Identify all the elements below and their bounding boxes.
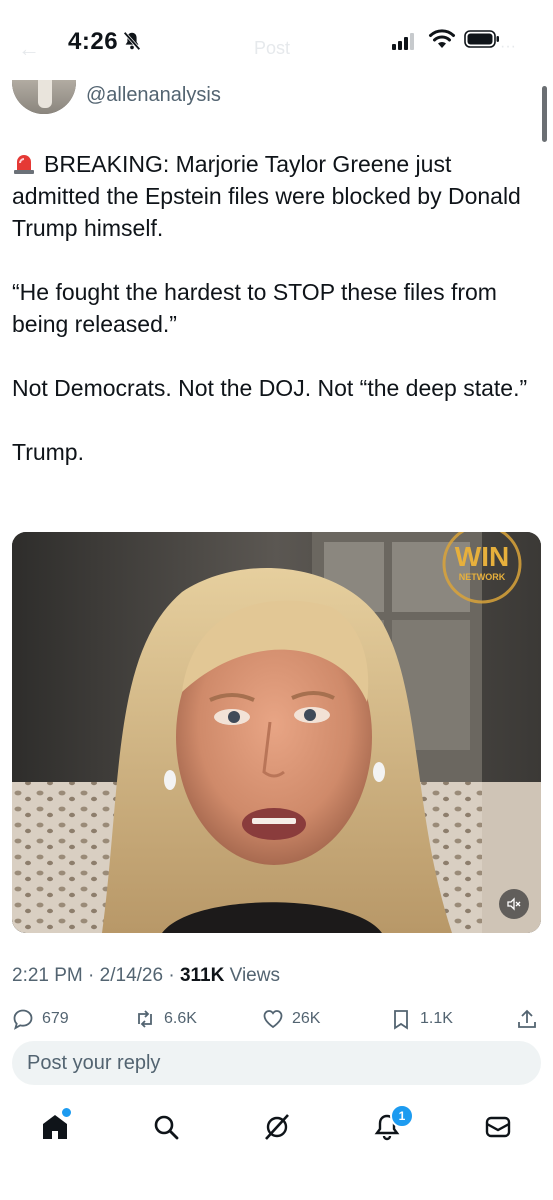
tab-messages[interactable] — [483, 1112, 513, 1142]
like-button[interactable]: 26K — [262, 1008, 320, 1030]
like-count: 26K — [292, 1010, 321, 1027]
speaker-muted-icon — [507, 897, 521, 911]
wifi-icon — [429, 29, 455, 48]
reply-icon — [13, 1009, 33, 1030]
views-label: Views — [229, 965, 280, 986]
action-bar: 679 6.6K 26K 1.1K — [0, 1008, 553, 1032]
post-time: 2:21 PM — [12, 965, 83, 986]
back-arrow-icon[interactable]: ← — [18, 36, 40, 62]
share-button[interactable] — [516, 1008, 538, 1030]
video-frame: WIN NETWORK — [12, 532, 541, 933]
post-paragraph: BREAKING: Marjorie Taylor Greene just ad… — [12, 151, 521, 241]
views-count: 311K — [179, 965, 225, 986]
post-paragraph: “He fought the hardest to STOP these fil… — [12, 279, 497, 337]
bookmark-button[interactable]: 1.1K — [390, 1008, 453, 1030]
tab-home[interactable] — [40, 1106, 73, 1142]
tab-notifications[interactable]: 1 — [372, 1104, 414, 1142]
reply-placeholder: Post your reply — [27, 1052, 161, 1074]
tab-grok[interactable] — [262, 1112, 292, 1142]
search-icon — [154, 1115, 179, 1140]
tab-search[interactable] — [151, 1112, 181, 1142]
mute-button[interactable] — [499, 889, 529, 919]
post-paragraph: Not Democrats. Not the DOJ. Not “the dee… — [12, 375, 528, 401]
silent-bell-icon — [123, 31, 141, 51]
grok-icon — [265, 1114, 289, 1140]
post-date: 2/14/26 — [99, 965, 164, 986]
user-handle[interactable]: @allenanalysis — [86, 84, 221, 107]
repost-count: 6.6K — [164, 1010, 197, 1027]
home-unread-dot — [60, 1106, 73, 1119]
bottom-tab-bar: 1 — [0, 1100, 553, 1160]
status-bar: ← 4:26 Post ··· — [0, 0, 553, 80]
bookmark-icon — [394, 1010, 408, 1030]
reply-input[interactable]: Post your reply — [12, 1041, 541, 1085]
battery-icon — [464, 30, 499, 48]
post-text: BREAKING: Marjorie Taylor Greene just ad… — [12, 148, 534, 500]
reply-button[interactable]: 679 — [12, 1008, 69, 1030]
mail-icon — [485, 1116, 511, 1138]
header-title: Post — [254, 38, 291, 58]
share-icon — [518, 1009, 536, 1028]
siren-emoji-icon — [14, 155, 34, 174]
reply-count: 679 — [42, 1010, 69, 1027]
repost-button[interactable]: 6.6K — [134, 1008, 197, 1030]
scrollbar[interactable] — [542, 86, 547, 142]
video-logo-sub: NETWORK — [459, 572, 506, 582]
heart-icon — [263, 1010, 283, 1029]
more-options-icon[interactable]: ··· — [500, 38, 516, 56]
bookmark-count: 1.1K — [420, 1010, 453, 1027]
post-paragraph: Trump. — [12, 439, 84, 465]
post-meta: 2:21 PM · 2/14/26 · 311K Views — [12, 965, 280, 986]
video-logo-main: WIN — [455, 541, 509, 572]
status-time: 4:26 — [68, 28, 119, 55]
notifications-badge: 1 — [390, 1104, 414, 1128]
cellular-signal-icon — [392, 32, 418, 50]
video-player[interactable]: WIN NETWORK — [12, 532, 541, 933]
repost-icon — [138, 1010, 152, 1028]
